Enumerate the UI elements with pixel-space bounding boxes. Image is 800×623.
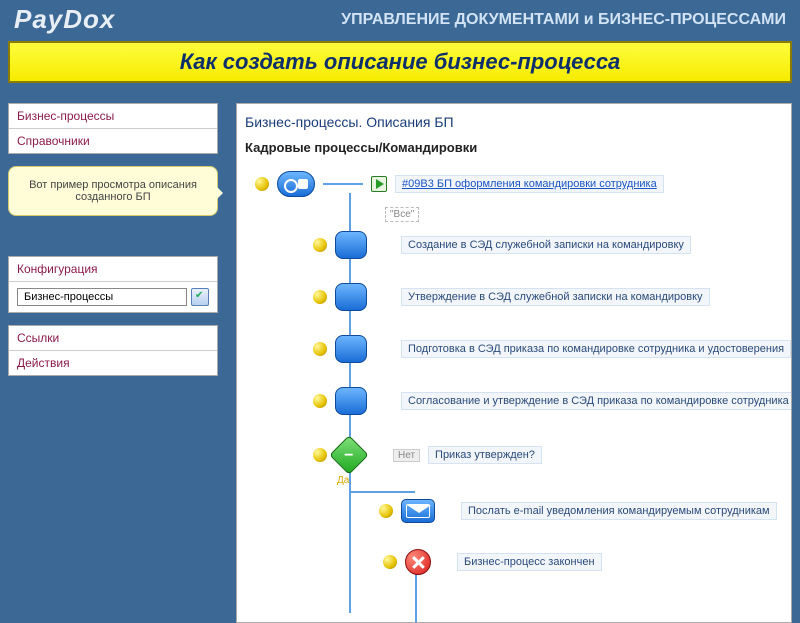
decision-no-label: Нет — [393, 449, 420, 462]
flow-start-row: #09B3 БП оформления командировки сотрудн… — [255, 171, 664, 197]
bullet-icon — [313, 448, 327, 462]
flow-step-row: Создание в СЭД служебной записки на кома… — [313, 231, 691, 259]
bullet-icon — [313, 342, 327, 356]
config-apply-button[interactable] — [191, 288, 209, 306]
end-node-icon[interactable] — [405, 549, 431, 575]
bullet-icon — [379, 504, 393, 518]
sidebar-menu-bottom: Ссылки Действия — [8, 325, 218, 376]
start-node-icon[interactable] — [277, 171, 315, 197]
page-title: Как создать описание бизнес-процесса — [8, 41, 792, 83]
flow-end-row: Бизнес-процесс закончен — [383, 549, 602, 575]
all-filter[interactable]: "Все" — [385, 207, 419, 222]
decision-node-icon[interactable] — [329, 435, 369, 475]
step-label[interactable]: Подготовка в СЭД приказа по командировке… — [401, 340, 791, 358]
sidebar-item-references[interactable]: Справочники — [9, 129, 217, 153]
hint-callout: Вот пример просмотра описания созданного… — [8, 166, 218, 216]
mail-node-icon[interactable] — [401, 499, 435, 523]
task-node-icon[interactable] — [335, 283, 367, 311]
sidebar-item-processes[interactable]: Бизнес-процессы — [9, 104, 217, 129]
sidebar-menu-top: Бизнес-процессы Справочники — [8, 103, 218, 154]
flow-mail-row: Послать e-mail уведомления командируемым… — [379, 499, 777, 523]
app-header: PayDox УПРАВЛЕНИЕ ДОКУМЕНТАМИ и БИЗНЕС-П… — [0, 0, 800, 41]
sidebar-item-actions[interactable]: Действия — [9, 351, 217, 375]
main-panel: Бизнес-процессы. Описания БП Кадровые пр… — [236, 103, 792, 623]
logo: PayDox — [14, 4, 115, 35]
breadcrumb-1: Бизнес-процессы. Описания БП — [245, 114, 783, 130]
config-panel: Конфигурация Бизнес-процессы — [8, 256, 218, 313]
step-label[interactable]: Согласование и утверждение в СЭД приказа… — [401, 392, 792, 410]
bullet-icon — [383, 555, 397, 569]
start-label[interactable]: #09B3 БП оформления командировки сотрудн… — [395, 175, 664, 193]
step-label[interactable]: Утверждение в СЭД служебной записки на к… — [401, 288, 710, 306]
decision-label[interactable]: Приказ утвержден? — [428, 446, 542, 464]
bullet-icon — [313, 394, 327, 408]
task-node-icon[interactable] — [335, 387, 367, 415]
flow-connector — [351, 491, 415, 493]
sidebar-item-links[interactable]: Ссылки — [9, 326, 217, 351]
flow-decision-row: Нет Приказ утвержден? — [313, 441, 542, 469]
flowchart: #09B3 БП оформления командировки сотрудн… — [245, 163, 783, 603]
bullet-icon — [313, 238, 327, 252]
step-label[interactable]: Создание в СЭД служебной записки на кома… — [401, 236, 691, 254]
breadcrumb-2: Кадровые процессы/Командировки — [245, 140, 783, 155]
sidebar: Бизнес-процессы Справочники Вот пример п… — [8, 103, 218, 623]
mail-label[interactable]: Послать e-mail уведомления командируемым… — [461, 502, 777, 520]
bullet-icon — [255, 177, 269, 191]
bullet-icon — [313, 290, 327, 304]
config-heading: Конфигурация — [9, 257, 217, 282]
header-subtitle: УПРАВЛЕНИЕ ДОКУМЕНТАМИ и БИЗНЕС-ПРОЦЕССА… — [341, 11, 786, 29]
play-icon[interactable] — [371, 176, 387, 192]
end-label[interactable]: Бизнес-процесс закончен — [457, 553, 602, 571]
flow-step-row: Согласование и утверждение в СЭД приказа… — [313, 387, 792, 415]
task-node-icon[interactable] — [335, 335, 367, 363]
flow-connector-branch — [415, 571, 417, 623]
decision-yes-label: Да — [337, 475, 349, 486]
flow-step-row: Подготовка в СЭД приказа по командировке… — [313, 335, 791, 363]
flow-step-row: Утверждение в СЭД служебной записки на к… — [313, 283, 710, 311]
task-node-icon[interactable] — [335, 231, 367, 259]
config-dropdown[interactable]: Бизнес-процессы — [17, 288, 187, 306]
